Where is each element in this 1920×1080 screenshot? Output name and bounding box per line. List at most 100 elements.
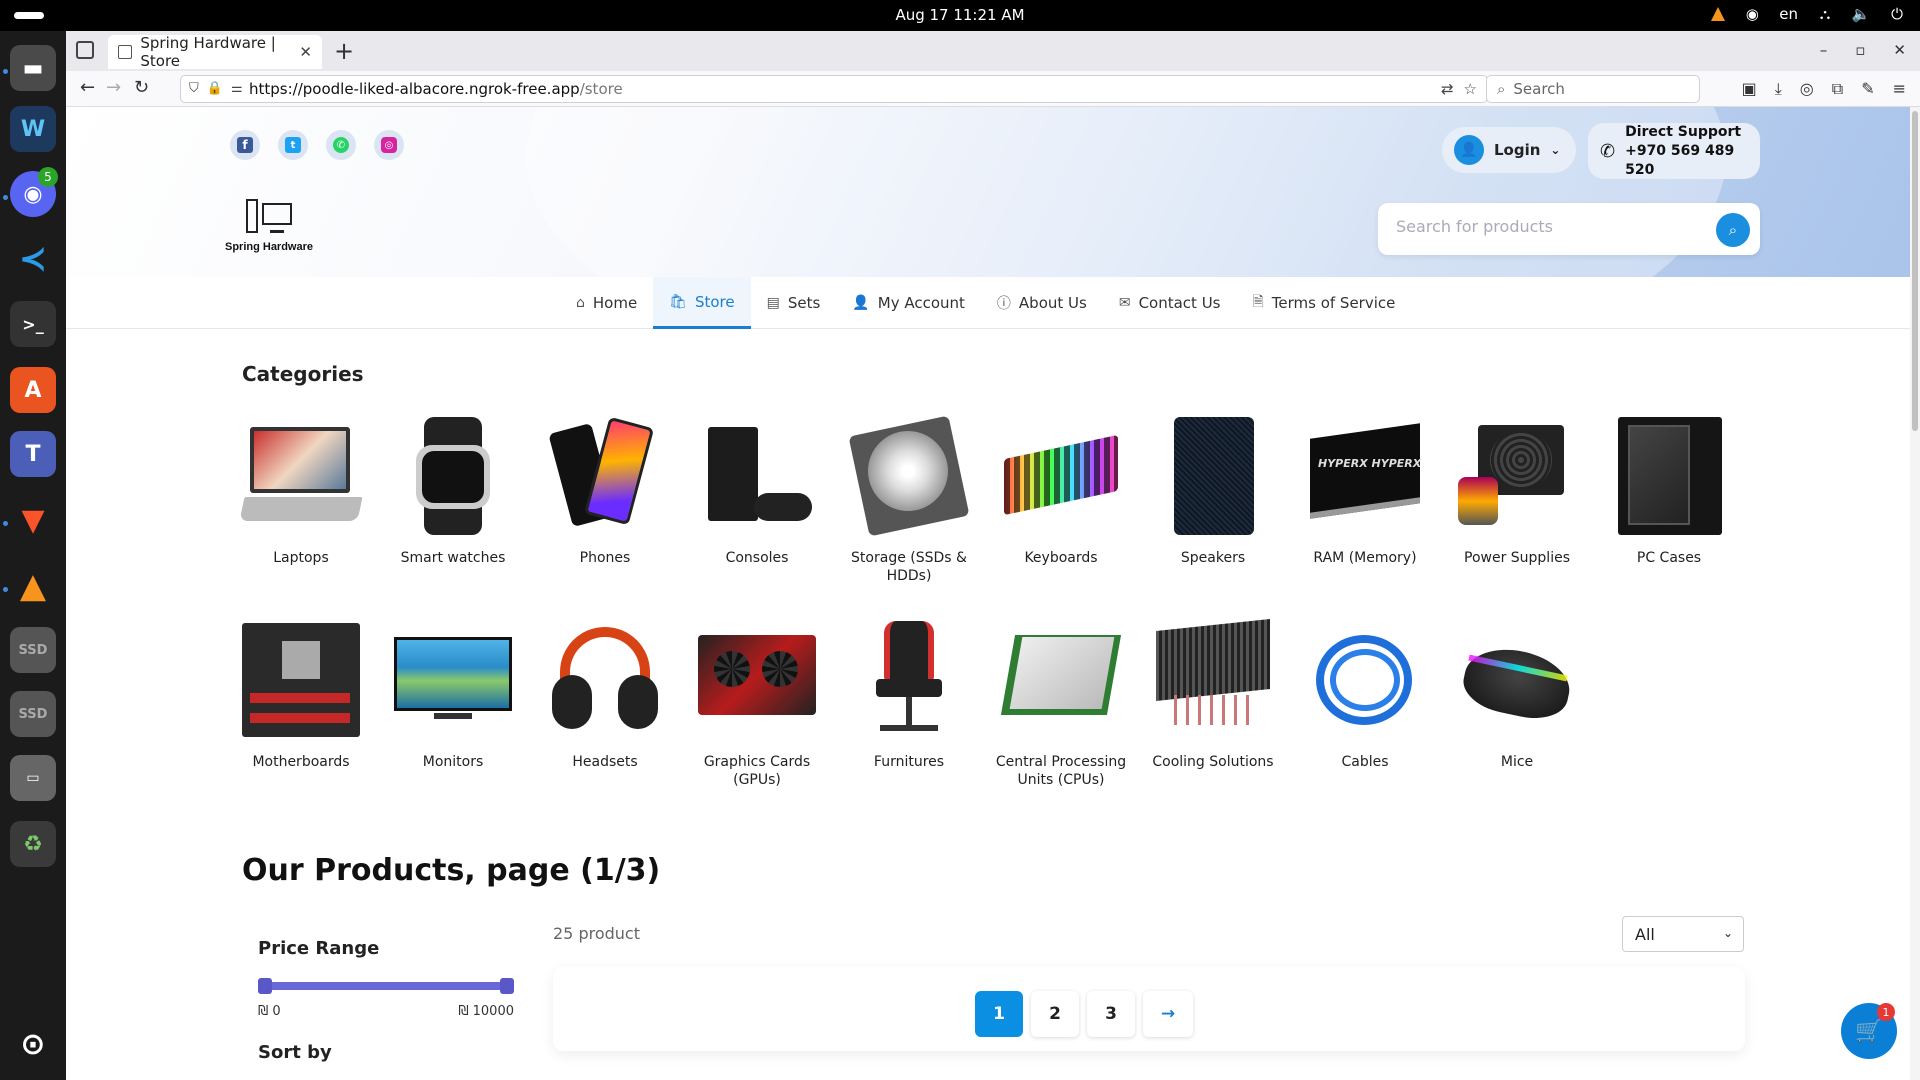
terminal-icon[interactable]: >_ <box>10 301 56 347</box>
volume-icon[interactable]: 🔈 <box>1852 5 1871 23</box>
search-icon[interactable]: ⌕ <box>1716 213 1750 247</box>
nav-item-home[interactable]: ⌂ Home <box>560 277 653 329</box>
app-center-icon[interactable]: A <box>10 367 56 413</box>
category-card[interactable]: Keyboards <box>985 417 1137 567</box>
category-card[interactable]: Cables <box>1289 621 1441 771</box>
category-label[interactable]: Keyboards <box>985 549 1137 567</box>
twitter-icon[interactable]: t <box>285 137 301 153</box>
close-window-icon[interactable]: ✕ <box>1893 41 1906 59</box>
category-label[interactable]: Storage (SSDs & HDDs) <box>833 549 985 585</box>
category-card[interactable]: Phones <box>529 416 681 567</box>
direct-support-button[interactable]: ✆ Direct Support +970 569 489 520 <box>1588 123 1760 179</box>
minimize-icon[interactable]: – <box>1820 41 1828 59</box>
price-min-handle[interactable] <box>258 978 272 994</box>
extensions-icon[interactable]: ⧉ <box>1832 79 1843 99</box>
category-image[interactable]: HYPERX HYPERX <box>1306 417 1424 535</box>
product-search-input[interactable] <box>1396 217 1696 236</box>
category-image[interactable] <box>239 417 363 535</box>
category-image[interactable] <box>1002 417 1120 535</box>
category-image[interactable] <box>242 621 360 739</box>
url-bar[interactable]: ⛉ 🔒 ⚌ https://poodle-liked-albacore.ngro… <box>180 75 1488 103</box>
category-image[interactable] <box>1458 621 1576 739</box>
category-card[interactable]: Cooling Solutions <box>1137 619 1289 771</box>
page-button-1[interactable]: 1 <box>975 991 1023 1037</box>
category-label[interactable]: Furnitures <box>833 753 985 771</box>
vlc-tray-icon[interactable] <box>1711 7 1726 21</box>
nav-item-about-us[interactable]: ⓘ About Us <box>981 277 1103 329</box>
category-label[interactable]: Central Processing Units (CPUs) <box>985 753 1137 789</box>
vscode-icon[interactable]: ≺ <box>10 236 56 282</box>
category-label[interactable]: RAM (Memory) <box>1289 549 1441 567</box>
price-max-handle[interactable] <box>500 978 514 994</box>
files-icon[interactable]: ▬ <box>10 45 56 91</box>
category-label[interactable]: Speakers <box>1137 549 1289 567</box>
category-label[interactable]: Graphics Cards (GPUs) <box>681 753 833 789</box>
price-range-slider[interactable] <box>258 978 514 994</box>
category-card[interactable]: Laptops <box>225 417 377 567</box>
category-label[interactable]: PC Cases <box>1593 549 1745 567</box>
category-label[interactable]: Mice <box>1441 753 1593 771</box>
category-image[interactable] <box>546 621 664 739</box>
category-card[interactable]: Graphics Cards (GPUs) <box>681 621 833 789</box>
permissions-icon[interactable]: ⚌ <box>231 81 243 96</box>
category-label[interactable]: Motherboards <box>225 753 377 771</box>
pocket-icon[interactable]: ▣ <box>1742 79 1757 99</box>
category-label[interactable]: Smart watches <box>377 549 529 567</box>
category-filter-select[interactable]: All ⌄ <box>1622 916 1744 952</box>
reload-icon[interactable]: ↻ <box>134 77 149 98</box>
category-image[interactable] <box>698 621 816 739</box>
nav-item-sets[interactable]: ▤ Sets <box>751 277 837 329</box>
teams-icon[interactable]: T <box>10 431 56 477</box>
category-card[interactable]: Smart watches <box>377 417 529 567</box>
browser-search-box[interactable]: ⌕ Search <box>1486 75 1700 103</box>
maximize-icon[interactable]: ▫ <box>1855 41 1865 59</box>
download-icon[interactable]: ⤓ <box>1775 79 1782 99</box>
page-scrollbar[interactable] <box>1910 107 1920 1080</box>
trash-icon[interactable]: ♻ <box>10 821 56 867</box>
category-image[interactable] <box>394 417 512 535</box>
shield-icon[interactable]: ⛉ <box>189 81 199 96</box>
category-card[interactable]: Consoles <box>681 417 833 567</box>
instagram-icon[interactable]: ◎ <box>381 137 397 153</box>
ssd-drive-icon[interactable]: SSD <box>10 627 56 673</box>
drive-icon[interactable]: ▭ <box>10 755 56 801</box>
page-button-3[interactable]: 3 <box>1087 991 1135 1037</box>
power-icon[interactable]: ⏻ <box>1888 5 1906 23</box>
login-button[interactable]: 👤 Login ⌄ <box>1442 127 1576 173</box>
language-indicator[interactable]: en <box>1779 5 1798 23</box>
cart-button[interactable]: 🛒 1 <box>1841 1003 1897 1059</box>
vlc-icon[interactable]: ▲ <box>10 563 56 609</box>
discord-icon[interactable]: ◉ 5 <box>10 167 58 217</box>
page-button-2[interactable]: 2 <box>1031 991 1079 1037</box>
account-icon[interactable]: ◎ <box>1800 79 1814 99</box>
category-image[interactable] <box>1458 417 1576 535</box>
nav-item-store[interactable]: 🛍 Store <box>653 277 751 329</box>
category-label[interactable]: Cooling Solutions <box>1137 753 1289 771</box>
category-card[interactable]: Central Processing Units (CPUs) <box>985 621 1137 789</box>
category-image[interactable] <box>1000 621 1122 739</box>
category-label[interactable]: Power Supplies <box>1441 549 1593 567</box>
translate-icon[interactable]: ⇄ <box>1441 80 1454 98</box>
category-label[interactable]: Headsets <box>529 753 681 771</box>
category-image[interactable] <box>848 415 970 537</box>
category-label[interactable]: Laptops <box>225 549 377 567</box>
category-card[interactable]: Speakers <box>1137 417 1289 567</box>
ssd-drive-icon[interactable]: SSD <box>10 691 56 737</box>
category-image[interactable] <box>850 621 968 739</box>
show-apps-icon[interactable]: ⊙ <box>10 1021 56 1067</box>
category-card[interactable]: Headsets <box>529 621 681 771</box>
browser-tab[interactable]: Spring Hardware | Store ✕ <box>108 34 322 70</box>
category-image[interactable] <box>1154 417 1272 535</box>
discord-tray-icon[interactable]: ◉ <box>1743 5 1761 23</box>
category-image[interactable] <box>1154 619 1272 739</box>
nav-item-my-account[interactable]: 👤 My Account <box>836 277 981 329</box>
category-label[interactable]: Cables <box>1289 753 1441 771</box>
extension-icon[interactable]: ✎ <box>1861 79 1874 99</box>
new-tab-button[interactable]: + <box>334 37 354 65</box>
category-image[interactable] <box>1306 621 1424 739</box>
category-card[interactable]: PC Cases <box>1593 417 1745 567</box>
category-card[interactable]: Mice <box>1441 621 1593 771</box>
category-card[interactable]: Motherboards <box>225 621 377 771</box>
site-logo[interactable]: Spring Hardware <box>224 197 314 253</box>
category-label[interactable]: Phones <box>529 549 681 567</box>
